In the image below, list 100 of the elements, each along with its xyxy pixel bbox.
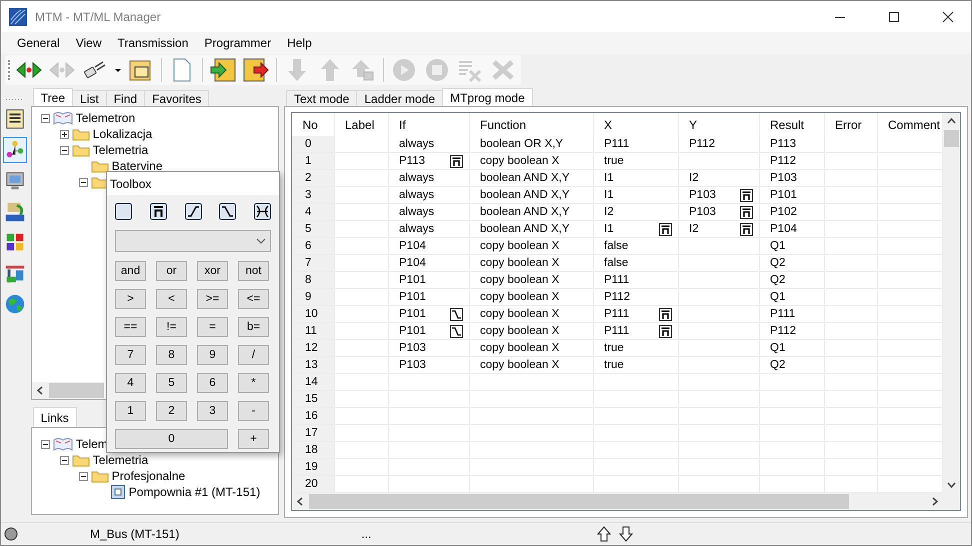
key-button[interactable]: 8	[156, 345, 187, 365]
key-button[interactable]: 2	[156, 401, 187, 421]
collapse-icon[interactable]	[60, 456, 69, 464]
column-header[interactable]: Result	[760, 113, 824, 136]
key-button[interactable]: *	[238, 373, 269, 393]
tab[interactable]: Links	[32, 407, 77, 427]
table-cell: false	[604, 257, 628, 269]
menu-item[interactable]: Programmer	[196, 36, 280, 50]
tree-item[interactable]: Telemetria	[92, 453, 148, 467]
tab[interactable]: Ladder mode	[356, 90, 444, 106]
table-cell: P111	[770, 308, 796, 320]
row-number: 12	[292, 340, 334, 356]
network-icon[interactable]	[2, 137, 27, 163]
tree-item[interactable]: Telemetria	[92, 143, 148, 157]
down-arrow-icon[interactable]	[619, 526, 634, 542]
column-header[interactable]: Comment	[878, 113, 942, 136]
tree-item[interactable]: Profesjonalne	[112, 469, 186, 483]
table-cell: I1	[604, 189, 614, 201]
key-button[interactable]: +	[238, 429, 269, 449]
column-header[interactable]: Y	[678, 113, 760, 136]
table-cell: P113	[770, 138, 796, 150]
key-button[interactable]: 4	[115, 373, 146, 393]
blank-contact-icon[interactable]	[115, 203, 132, 220]
menu-item[interactable]: View	[68, 36, 110, 50]
book-icon	[52, 437, 73, 451]
menu-item[interactable]: Help	[279, 36, 320, 50]
key-button[interactable]: 3	[197, 401, 228, 421]
table-cell: P111	[604, 274, 630, 286]
key-button[interactable]: or	[156, 261, 187, 281]
tab[interactable]: MTprog mode	[442, 88, 533, 106]
tab[interactable]: Tree	[32, 88, 74, 106]
tab[interactable]: List	[72, 90, 107, 106]
table-cell: P112	[770, 155, 796, 167]
key-button[interactable]: <=	[238, 289, 269, 309]
collapse-icon[interactable]	[60, 146, 69, 154]
collapse-icon[interactable]	[40, 440, 50, 448]
row-number: 6	[292, 238, 334, 254]
vertical-scrollbar[interactable]	[943, 113, 960, 493]
save-import-icon[interactable]	[209, 57, 237, 83]
horizontal-scrollbar[interactable]	[291, 493, 961, 511]
tree-item[interactable]: Lokalizacja	[92, 127, 152, 141]
key-button[interactable]: 9	[197, 345, 228, 365]
table-cell: P101	[399, 308, 426, 320]
key-button[interactable]: -	[238, 401, 269, 421]
folder-icon	[72, 453, 90, 467]
key-button[interactable]: /	[238, 345, 269, 365]
table-cell: Q1	[770, 240, 786, 252]
key-button[interactable]: 5	[156, 373, 187, 393]
key-button[interactable]: not	[238, 261, 269, 281]
connection-status: M_Bus (MT-151)	[90, 527, 180, 541]
negation-icon[interactable]	[150, 203, 167, 220]
key-button[interactable]: b=	[238, 317, 269, 337]
menu-item[interactable]: Transmission	[110, 36, 196, 50]
key-button[interactable]: and	[115, 261, 146, 281]
tab[interactable]: Text mode	[286, 90, 358, 106]
collapse-icon[interactable]	[78, 178, 88, 186]
table-cell: copy boolean X	[480, 342, 560, 354]
key-button[interactable]: 0	[115, 429, 228, 449]
key-button[interactable]: ==	[115, 317, 146, 337]
tab[interactable]: Find	[106, 90, 146, 106]
table-cell: P111	[604, 308, 630, 320]
menu-item[interactable]: General	[9, 36, 68, 50]
table-cell: P103	[689, 206, 716, 218]
scroll-thumb[interactable]	[48, 383, 104, 398]
falling-edge-icon[interactable]	[219, 203, 236, 220]
key-button[interactable]: =	[197, 317, 228, 337]
column-header[interactable]: Function	[470, 113, 594, 136]
horizontal-scrollbar[interactable]	[32, 382, 104, 399]
tree-item[interactable]: Batervine	[112, 159, 162, 173]
table-cell: always	[399, 206, 434, 218]
column-header[interactable]: If	[388, 113, 470, 136]
negation-icon	[740, 222, 753, 236]
key-button[interactable]: <	[156, 289, 187, 309]
tree-item[interactable]: Pompownia #1 (MT-151)	[128, 485, 260, 499]
expand-icon[interactable]	[60, 130, 69, 138]
toggle-icon[interactable]	[254, 203, 271, 220]
column-header[interactable]: X	[594, 113, 678, 136]
up-arrow-icon[interactable]	[597, 526, 612, 542]
key-button[interactable]: 1	[115, 401, 146, 421]
key-button[interactable]: 7	[115, 345, 146, 365]
collapse-icon[interactable]	[40, 114, 50, 122]
table-cell: I2	[689, 172, 699, 184]
column-header[interactable]: Error	[824, 113, 878, 136]
rising-edge-icon[interactable]	[184, 203, 202, 220]
scroll-thumb[interactable]	[944, 130, 959, 147]
collapse-icon[interactable]	[78, 472, 88, 480]
key-button[interactable]: !=	[156, 317, 187, 337]
column-header[interactable]: Label	[334, 113, 388, 136]
row-number: 13	[292, 356, 334, 374]
table-cell: P101	[399, 274, 426, 286]
save-export-icon[interactable]	[242, 57, 270, 83]
tree-item[interactable]: Telemetron	[76, 111, 136, 125]
key-button[interactable]: xor	[197, 261, 228, 281]
scroll-thumb[interactable]	[309, 494, 849, 509]
tab[interactable]: Favorites	[144, 90, 210, 106]
key-button[interactable]: 6	[197, 373, 228, 393]
key-button[interactable]: >	[115, 289, 146, 309]
key-button[interactable]: >=	[197, 289, 228, 309]
column-header[interactable]: No	[292, 113, 334, 136]
table-cell: copy boolean X	[480, 240, 560, 252]
